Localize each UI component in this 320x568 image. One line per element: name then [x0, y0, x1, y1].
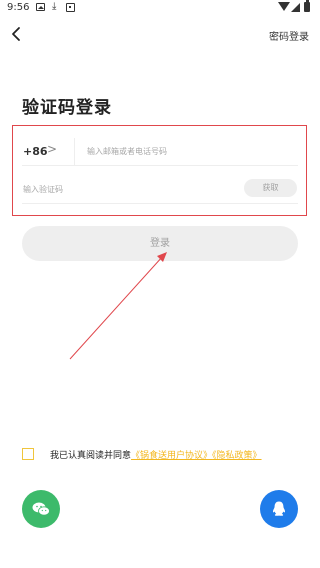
status-bar: 9:56 ⤓: [0, 0, 320, 18]
status-time: 9:56: [7, 2, 30, 13]
wifi-icon: [278, 2, 290, 11]
agreement-prefix: 我已认真阅读并同意: [50, 451, 132, 461]
qq-icon: [272, 501, 286, 516]
login-button[interactable]: 登录: [22, 226, 298, 261]
password-login-link[interactable]: 密码登录: [269, 28, 309, 43]
user-agreement-link[interactable]: 《锅食送用户协议》: [131, 451, 212, 461]
agreement-row: 我已认真阅读并同意《锅食送用户协议》《隐私政策》: [22, 447, 312, 461]
back-chevron-icon: [12, 27, 20, 41]
qq-login-button[interactable]: [260, 490, 298, 528]
phone-row: +86 >: [22, 138, 298, 166]
annotation-arrow: [69, 252, 167, 360]
code-row: 获取: [22, 177, 298, 204]
agreement-checkbox[interactable]: [22, 448, 34, 460]
wechat-login-button[interactable]: [22, 490, 60, 528]
download-icon: ⤓: [52, 1, 57, 12]
signal-icon: [291, 3, 300, 12]
privacy-policy-link[interactable]: 《隐私政策》: [212, 451, 262, 461]
chevron-right-icon[interactable]: >: [47, 142, 57, 156]
wechat-icon: [32, 502, 50, 516]
app-notification-icon: [66, 3, 75, 12]
divider: [74, 138, 75, 165]
image-icon: [36, 3, 45, 11]
verification-code-input[interactable]: [23, 180, 203, 198]
login-page: 9:56 ⤓ 密码登录 验证码登录 +86 > 获取 登录 我已认真阅读并同意《…: [0, 0, 320, 568]
get-code-button[interactable]: 获取: [244, 179, 297, 197]
page-title: 验证码登录: [22, 98, 112, 118]
battery-icon: [304, 0, 310, 12]
agreement-text: 我已认真阅读并同意《锅食送用户协议》《隐私政策》: [50, 448, 262, 461]
country-code-selector[interactable]: +86: [23, 145, 48, 158]
back-button[interactable]: [6, 23, 28, 45]
phone-email-input[interactable]: [87, 142, 292, 160]
